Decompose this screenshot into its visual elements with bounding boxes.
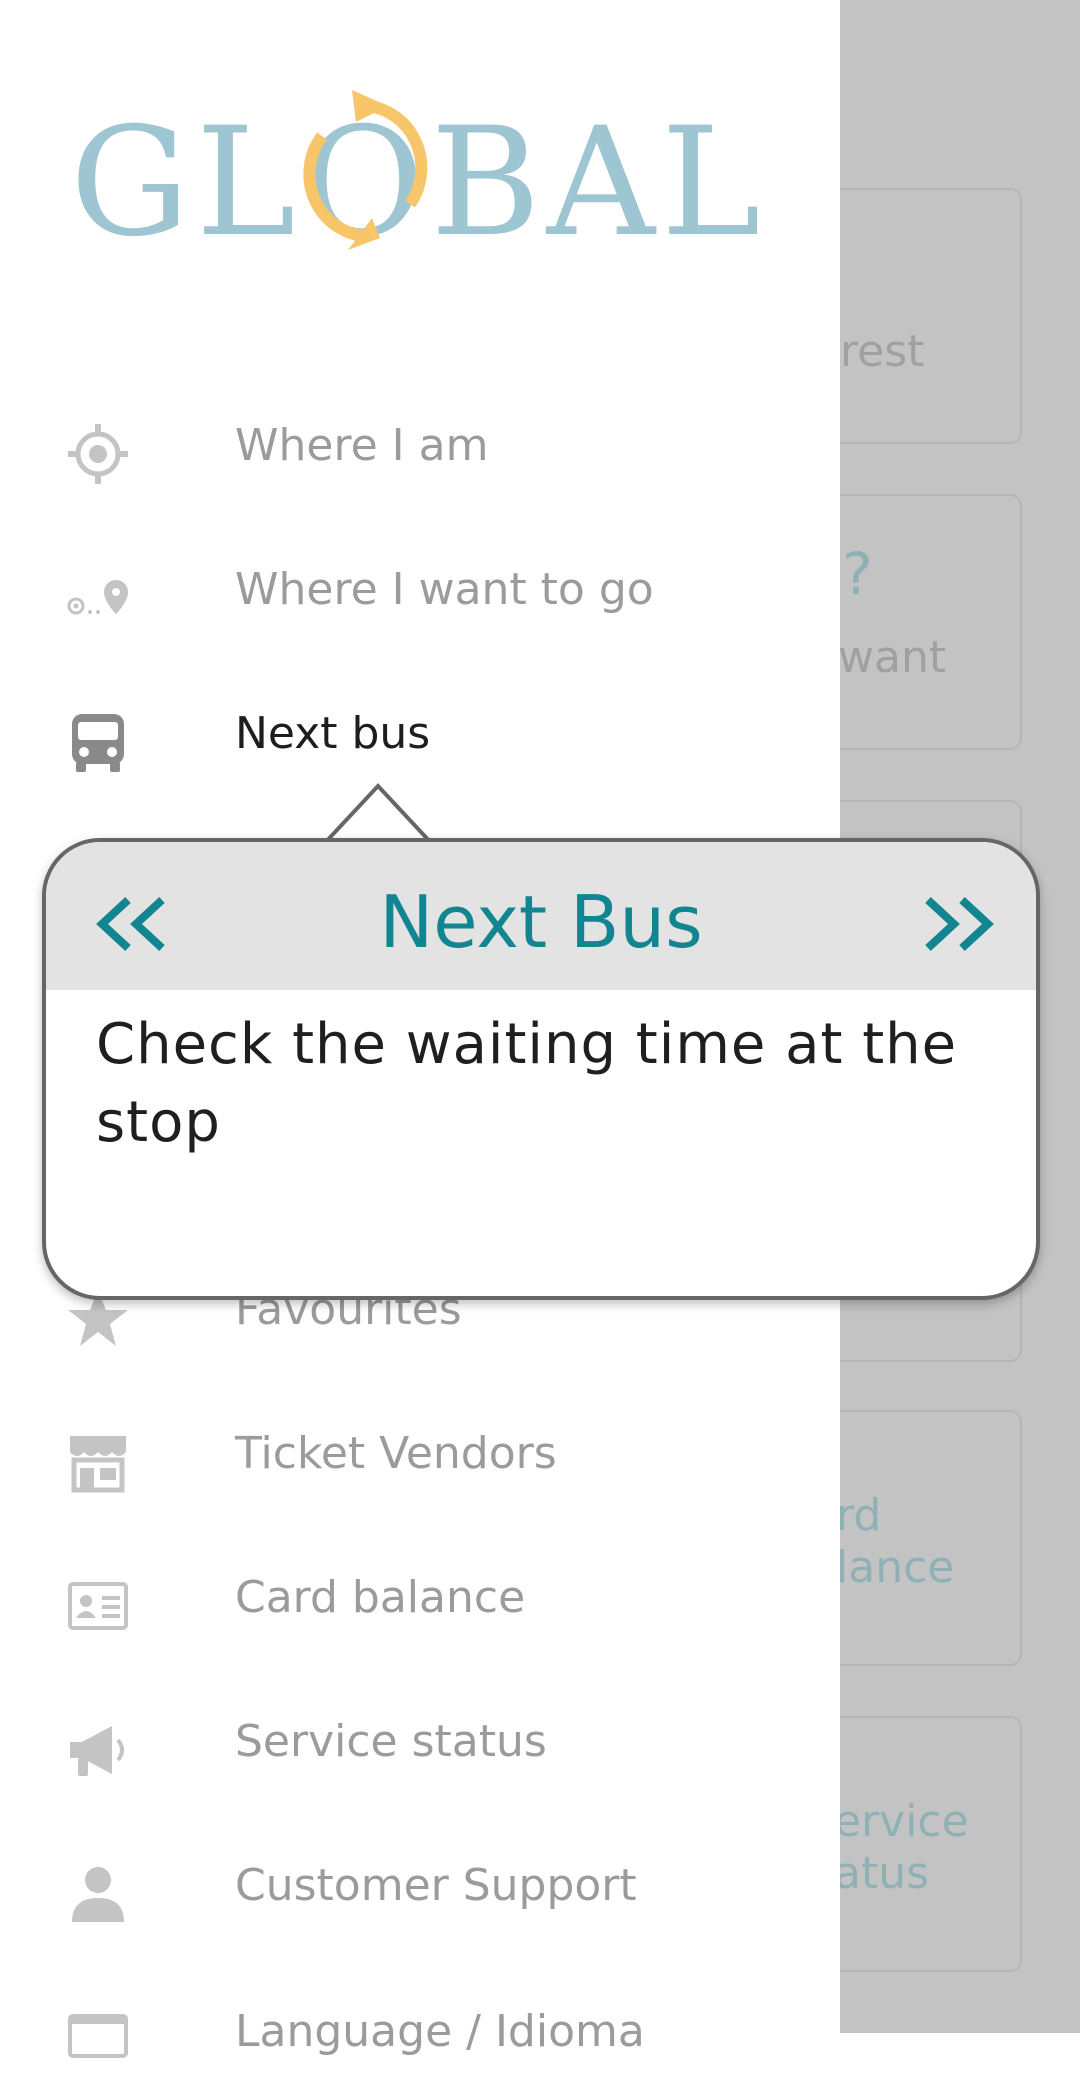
menu-item-card-balance[interactable]: Card balance [0, 1544, 840, 1664]
bus-icon [72, 714, 124, 772]
bg-card-service: ervice atus [820, 1716, 1022, 1972]
tooltip-title: Next Bus [379, 880, 703, 964]
menu-item-language[interactable]: Language / Idioma [0, 1978, 840, 2098]
menu-item-ticket-vendors[interactable]: Ticket Vendors [0, 1400, 840, 1520]
keyboard-icon [68, 2014, 128, 2058]
tooltip-description: Check the waiting time at the stop [96, 1012, 958, 1155]
menu-label: Where I want to go [235, 564, 654, 615]
menu-label: Ticket Vendors [235, 1428, 557, 1479]
id-card-icon [68, 1582, 128, 1630]
store-icon [70, 1436, 126, 1493]
menu-item-where-i-am[interactable]: Where I am [0, 392, 840, 512]
menu-item-service-status[interactable]: Service status [0, 1688, 840, 1808]
menu-label: Service status [235, 1716, 547, 1767]
menu-item-customer-support[interactable]: Customer Support [0, 1832, 840, 1952]
next-bus-tooltip: Next Bus Check the waiting time at the s… [42, 838, 1040, 1300]
menu-item-where-i-want-to-go[interactable]: Where I want to go [0, 536, 840, 656]
menu-label: Card balance [235, 1572, 526, 1623]
global-logo: GLOBAL [70, 80, 770, 270]
bg-card-where: ? want [820, 494, 1022, 750]
bg-card-balance: rd lance [820, 1410, 1022, 1666]
location-target-icon [68, 424, 128, 484]
bg-card-nearest: rest [820, 188, 1022, 444]
tooltip-pointer [318, 783, 438, 846]
next-tip-button[interactable] [918, 894, 998, 954]
megaphone-icon [70, 1726, 124, 1776]
person-icon [72, 1867, 124, 1922]
logo-arrows-icon [303, 90, 428, 250]
menu-label: Customer Support [235, 1860, 637, 1911]
menu-label: Where I am [235, 420, 489, 471]
tooltip-header: Next Bus [46, 842, 1036, 990]
menu-label: Next bus [235, 708, 431, 759]
menu-label: Language / Idioma [235, 2006, 645, 2057]
route-pin-icon [67, 580, 128, 615]
